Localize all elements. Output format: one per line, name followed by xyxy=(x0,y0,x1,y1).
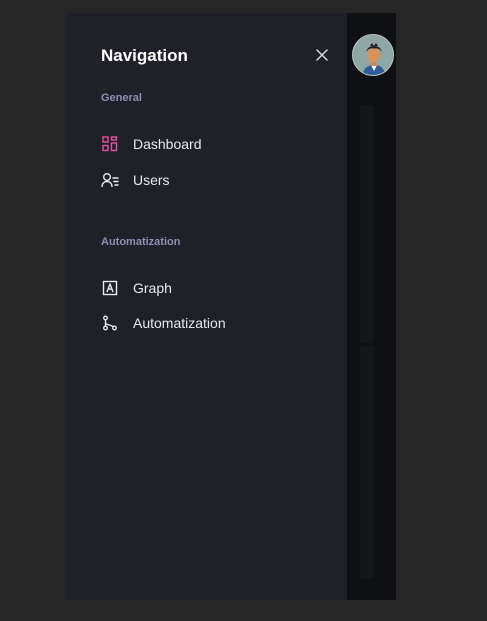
nav-item-users[interactable]: Users xyxy=(101,167,331,193)
section-label-automatization: Automatization xyxy=(101,236,181,248)
graph-icon xyxy=(101,279,119,297)
nav-item-label: Users xyxy=(133,172,170,188)
dashboard-icon xyxy=(101,135,119,153)
users-icon xyxy=(101,171,119,189)
close-button[interactable] xyxy=(314,47,330,63)
automatization-icon xyxy=(101,314,119,332)
nav-item-graph[interactable]: Graph xyxy=(101,275,331,301)
navigation-drawer: Navigation General Dashboard Users Autom… xyxy=(66,13,347,600)
drawer-title: Navigation xyxy=(101,46,188,65)
nav-item-automatization[interactable]: Automatization xyxy=(101,310,331,336)
user-avatar[interactable] xyxy=(352,34,394,76)
nav-item-label: Dashboard xyxy=(133,136,202,152)
close-icon xyxy=(316,49,328,61)
background-card xyxy=(360,346,374,579)
section-label-general: General xyxy=(101,92,142,104)
avatar-image xyxy=(353,35,393,75)
nav-item-dashboard[interactable]: Dashboard xyxy=(101,131,331,157)
background-card xyxy=(360,105,374,343)
app-window: Navigation General Dashboard Users Autom… xyxy=(66,13,396,600)
nav-item-label: Automatization xyxy=(133,315,226,331)
nav-item-label: Graph xyxy=(133,280,172,296)
